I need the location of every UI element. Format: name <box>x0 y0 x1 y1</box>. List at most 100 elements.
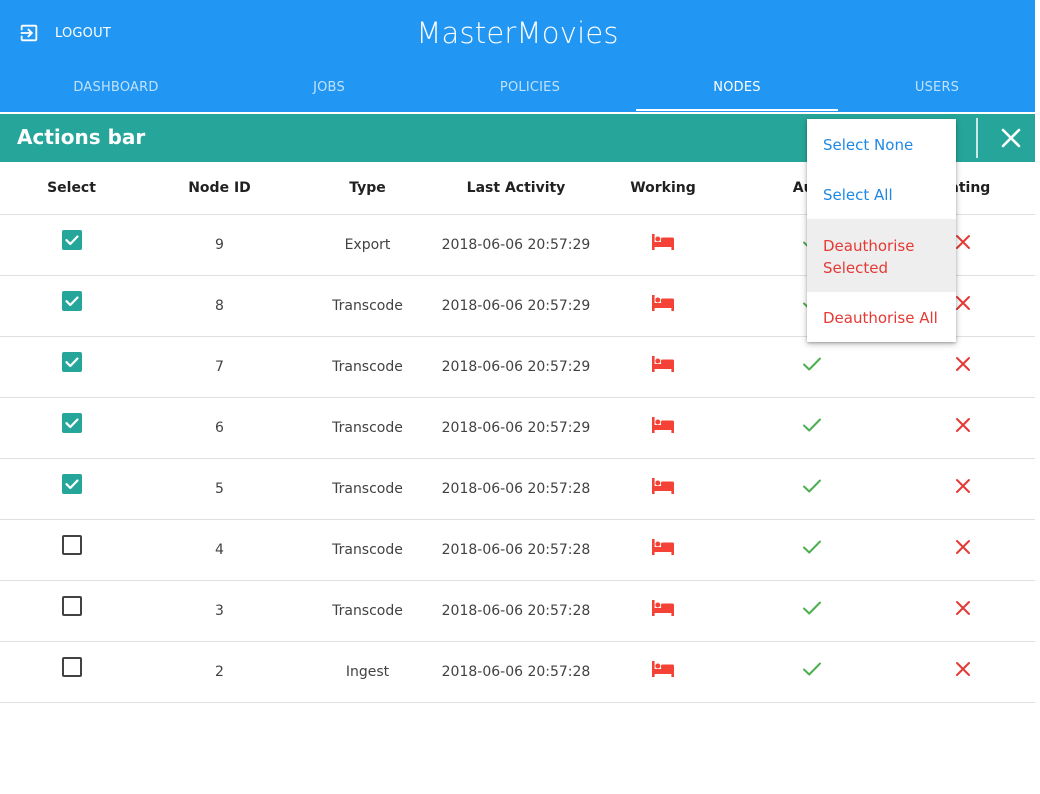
node-id-cell: 8 <box>143 275 296 337</box>
cross-icon <box>955 478 971 494</box>
column-header-last-activity[interactable]: Last Activity <box>439 162 593 215</box>
actions-bar-divider <box>976 118 978 158</box>
check-icon <box>802 539 822 555</box>
tab-policies[interactable]: POLICIES <box>429 68 631 112</box>
select-cell <box>0 397 143 459</box>
cross-icon <box>955 600 971 616</box>
cross-icon <box>955 661 971 677</box>
type-cell: Export <box>296 214 439 276</box>
select-cell <box>0 580 143 642</box>
type-cell: Transcode <box>296 275 439 337</box>
check-icon <box>802 356 822 372</box>
column-header-type[interactable]: Type <box>296 162 439 215</box>
last-activity-cell: 2018-06-06 20:57:28 <box>439 580 593 642</box>
bed-icon <box>652 661 674 677</box>
working-cell <box>593 580 733 642</box>
column-header-select[interactable]: Select <box>0 162 143 215</box>
row-checkbox[interactable] <box>61 535 82 555</box>
tab-jobs[interactable]: JOBS <box>228 68 430 112</box>
type-cell: Transcode <box>296 458 439 520</box>
type-cell: Transcode <box>296 519 439 581</box>
table-row[interactable]: 6 Transcode 2018-06-06 20:57:29 <box>0 397 1035 459</box>
last-activity-cell: 2018-06-06 20:57:29 <box>439 214 593 276</box>
nav-tabs: DASHBOARD JOBS POLICIES NODES USERS <box>0 68 1035 112</box>
terminating-cell <box>890 397 1035 459</box>
node-id-cell: 6 <box>143 397 296 459</box>
row-checkbox[interactable] <box>61 413 82 433</box>
menu-item-deauthorise-selected[interactable]: Deauthorise Selected <box>807 219 956 292</box>
table-row[interactable]: 3 Transcode 2018-06-06 20:57:28 <box>0 580 1035 642</box>
working-cell <box>593 397 733 459</box>
working-cell <box>593 458 733 520</box>
check-icon <box>802 417 822 433</box>
working-cell <box>593 275 733 337</box>
authorised-cell <box>733 397 890 459</box>
last-activity-cell: 2018-06-06 20:57:28 <box>439 458 593 520</box>
app-title: MasterMovies <box>416 16 619 50</box>
select-cell <box>0 214 143 276</box>
actions-bar-title: Actions bar <box>17 125 146 149</box>
row-checkbox[interactable] <box>61 657 82 677</box>
type-cell: Transcode <box>296 397 439 459</box>
terminating-cell <box>890 641 1035 703</box>
type-cell: Ingest <box>296 641 439 703</box>
check-icon <box>802 600 822 616</box>
tab-dashboard[interactable]: DASHBOARD <box>15 68 217 112</box>
node-id-cell: 3 <box>143 580 296 642</box>
node-id-cell: 9 <box>143 214 296 276</box>
bed-icon <box>652 234 674 250</box>
active-tab-indicator <box>636 109 838 111</box>
tab-users[interactable]: USERS <box>836 68 1038 112</box>
select-cell <box>0 641 143 703</box>
column-header-working[interactable]: Working <box>593 162 733 215</box>
authorised-cell <box>733 519 890 581</box>
column-header-node-id[interactable]: Node ID <box>143 162 296 215</box>
select-cell <box>0 519 143 581</box>
row-checkbox[interactable] <box>61 474 82 494</box>
type-cell: Transcode <box>296 336 439 398</box>
bed-icon <box>652 539 674 555</box>
cross-icon <box>955 417 971 433</box>
bed-icon <box>652 356 674 372</box>
working-cell <box>593 641 733 703</box>
authorised-cell <box>733 336 890 398</box>
last-activity-cell: 2018-06-06 20:57:29 <box>439 275 593 337</box>
authorised-cell <box>733 580 890 642</box>
tab-nodes[interactable]: NODES <box>636 68 838 112</box>
table-row[interactable]: 7 Transcode 2018-06-06 20:57:29 <box>0 336 1035 398</box>
bed-icon <box>652 600 674 616</box>
type-cell: Transcode <box>296 580 439 642</box>
row-checkbox[interactable] <box>61 352 82 372</box>
app-header: LOGOUT MasterMovies DASHBOARD JOBS POLIC… <box>0 0 1035 112</box>
cross-icon <box>955 539 971 555</box>
table-row[interactable]: 4 Transcode 2018-06-06 20:57:28 <box>0 519 1035 581</box>
working-cell <box>593 519 733 581</box>
row-checkbox[interactable] <box>61 230 82 250</box>
menu-item-select-none[interactable]: Select None <box>807 119 956 169</box>
menu-item-deauthorise-all[interactable]: Deauthorise All <box>807 292 956 342</box>
last-activity-cell: 2018-06-06 20:57:28 <box>439 641 593 703</box>
last-activity-cell: 2018-06-06 20:57:28 <box>439 519 593 581</box>
cross-icon <box>955 234 971 250</box>
node-id-cell: 5 <box>143 458 296 520</box>
menu-item-select-all[interactable]: Select All <box>807 169 956 219</box>
close-icon <box>996 123 1026 153</box>
bed-icon <box>652 478 674 494</box>
terminating-cell <box>890 580 1035 642</box>
working-cell <box>593 336 733 398</box>
table-row[interactable]: 2 Ingest 2018-06-06 20:57:28 <box>0 641 1035 703</box>
node-id-cell: 7 <box>143 336 296 398</box>
working-cell <box>593 214 733 276</box>
authorised-cell <box>733 458 890 520</box>
bed-icon <box>652 417 674 433</box>
node-id-cell: 4 <box>143 519 296 581</box>
row-checkbox[interactable] <box>61 291 82 311</box>
cross-icon <box>955 295 971 311</box>
row-checkbox[interactable] <box>61 596 82 616</box>
node-id-cell: 2 <box>143 641 296 703</box>
table-row[interactable]: 5 Transcode 2018-06-06 20:57:28 <box>0 458 1035 520</box>
cross-icon <box>955 356 971 372</box>
check-icon <box>802 661 822 677</box>
last-activity-cell: 2018-06-06 20:57:29 <box>439 397 593 459</box>
close-actions-button[interactable] <box>996 123 1026 153</box>
